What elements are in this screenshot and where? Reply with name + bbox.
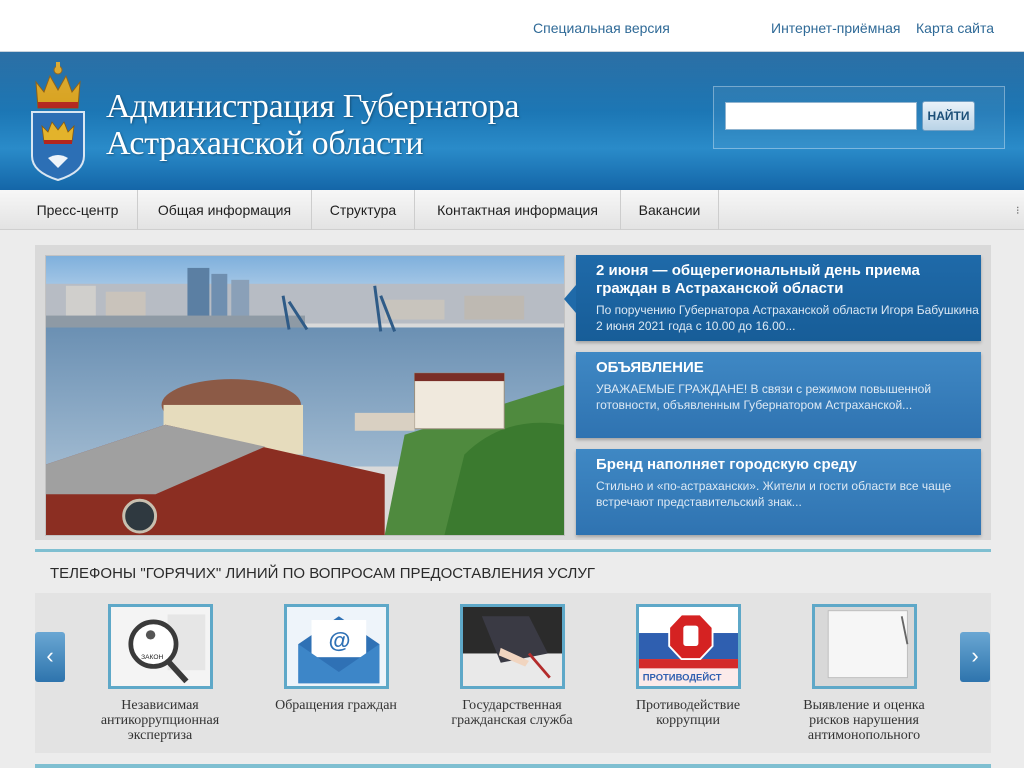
hotline-carousel: ‹ ЗАКОН Независимая антикоррупционная эк… — [35, 593, 991, 753]
chevron-right-icon: › — [971, 643, 979, 668]
email-envelope-thumb[interactable]: @ — [283, 604, 389, 689]
carousel-item-anticorruption-expertise[interactable]: ЗАКОН Независимая антикоррупционная эксп… — [80, 604, 240, 744]
featured-news-photo[interactable] — [45, 255, 565, 536]
news-card[interactable]: Бренд наполняет городскую среду Стильно … — [576, 449, 981, 535]
carousel-item-antimonopoly-risks[interactable]: Выявление и оценка рисков нарушения анти… — [784, 604, 944, 744]
thumb-caption: ЗАКОН — [141, 654, 163, 661]
news-title[interactable]: Бренд наполняет городскую среду — [596, 456, 981, 474]
search-button[interactable]: НАЙТИ — [922, 101, 975, 131]
coat-of-arms-icon[interactable] — [28, 60, 88, 182]
nav-item-general-info[interactable]: Общая информация — [138, 190, 312, 230]
law-magnifier-thumb[interactable]: ЗАКОН — [107, 604, 213, 689]
thumb-caption: ПРОТИВОДЕЙСТ — [642, 671, 721, 682]
site-title-line1: Администрация Губернатора — [106, 88, 520, 125]
special-version-link[interactable]: Специальная версия — [533, 20, 670, 36]
news-title[interactable]: 2 июня — общерегиональный день приема гр… — [596, 262, 981, 298]
search-input[interactable] — [725, 102, 917, 130]
nav-item-structure[interactable]: Структура — [312, 190, 415, 230]
news-title[interactable]: ОБЪЯВЛЕНИЕ — [596, 359, 981, 377]
news-slider: 2 июня — общерегиональный день приема гр… — [35, 245, 991, 540]
search-box: НАЙТИ — [713, 86, 1005, 149]
thumb-caption: @ — [328, 628, 350, 653]
carousel-item-anticorruption[interactable]: ПРОТИВОДЕЙСТ Противодействие коррупции — [608, 604, 768, 744]
carousel-item-label[interactable]: Противодействие коррупции — [608, 698, 768, 744]
carousel-next-button[interactable]: › — [960, 632, 990, 682]
main-nav: Пресс-центр Общая информация Структура К… — [0, 190, 1024, 230]
carousel-item-citizen-appeals[interactable]: @ Обращения граждан — [256, 604, 416, 744]
carousel-item-civil-service[interactable]: Государственная гражданская служба — [432, 604, 592, 744]
carousel-item-label[interactable]: Государственная гражданская служба — [432, 698, 592, 744]
news-card[interactable]: ОБЪЯВЛЕНИЕ УВАЖАЕМЫЕ ГРАЖДАНЕ! В связи с… — [576, 352, 981, 438]
hotline-section-title: ТЕЛЕФОНЫ "ГОРЯЧИХ" ЛИНИЙ ПО ВОПРОСАМ ПРЕ… — [50, 565, 595, 582]
internet-reception-link[interactable]: Интернет-приёмная — [771, 20, 900, 36]
nav-item-press-center[interactable]: Пресс-центр — [18, 190, 138, 230]
site-title: Администрация Губернатора Астраханской о… — [106, 88, 520, 162]
site-header: Администрация Губернатора Астраханской о… — [0, 52, 1024, 190]
site-title-line2: Астраханской области — [106, 125, 424, 162]
nav-item-contacts[interactable]: Контактная информация — [415, 190, 621, 230]
nav-item-vacancies[interactable]: Вакансии — [621, 190, 719, 230]
section-divider — [35, 549, 991, 552]
carousel-item-label[interactable]: Независимая антикоррупционная экспертиза — [80, 698, 240, 744]
carousel-item-label[interactable]: Выявление и оценка рисков нарушения анти… — [784, 698, 944, 744]
nav-scroll-icon[interactable]: ⁝ — [1016, 204, 1024, 218]
section-divider-bottom — [35, 764, 991, 768]
stop-hand-thumb[interactable]: ПРОТИВОДЕЙСТ — [635, 604, 741, 689]
carousel-item-label[interactable]: Обращения граждан — [256, 698, 416, 744]
news-list: 2 июня — общерегиональный день приема гр… — [564, 255, 981, 536]
sitemap-link[interactable]: Карта сайта — [916, 20, 994, 36]
top-utility-bar: Специальная версия Интернет-приёмная Кар… — [0, 0, 1024, 52]
signing-document-thumb[interactable] — [459, 604, 565, 689]
carousel-prev-button[interactable]: ‹ — [35, 632, 65, 682]
notebook-thumb[interactable] — [811, 604, 917, 689]
news-card-active[interactable]: 2 июня — общерегиональный день приема гр… — [564, 255, 981, 341]
chevron-left-icon: ‹ — [46, 643, 54, 668]
news-excerpt: По поручению Губернатора Астраханской об… — [596, 303, 979, 333]
news-excerpt: Стильно и «по-астрахански». Жители и гос… — [596, 479, 952, 509]
news-excerpt: УВАЖАЕМЫЕ ГРАЖДАНЕ! В связи с режимом по… — [596, 382, 932, 412]
